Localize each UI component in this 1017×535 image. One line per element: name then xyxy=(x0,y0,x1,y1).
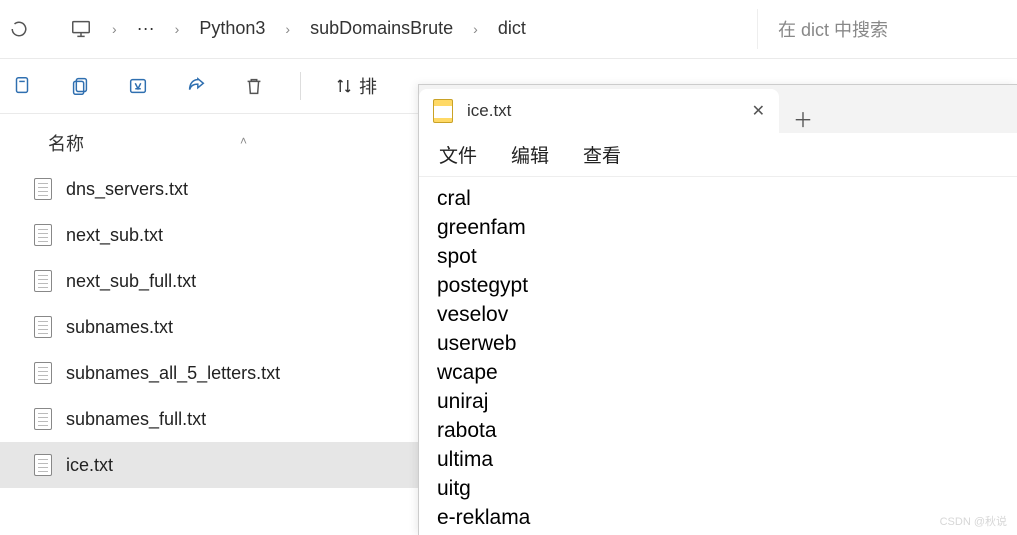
text-line: uitg xyxy=(437,475,999,504)
text-line: ultima xyxy=(437,446,999,475)
column-name-label: 名称 xyxy=(48,130,84,156)
watermark: CSDN @秋说 xyxy=(940,513,1007,529)
sort-button[interactable]: 排 xyxy=(335,73,377,99)
text-line: greenfam xyxy=(437,214,999,243)
breadcrumb-item[interactable]: dict xyxy=(498,18,526,39)
text-file-icon xyxy=(34,454,52,476)
refresh-icon[interactable] xyxy=(10,20,30,38)
file-name: next_sub_full.txt xyxy=(66,271,196,292)
text-line: spot xyxy=(437,243,999,272)
chevron-right-icon: › xyxy=(473,21,478,37)
text-line: e-reklama xyxy=(437,504,999,533)
text-line: rabota xyxy=(437,417,999,446)
new-tab-button[interactable]: ＋ xyxy=(779,104,827,133)
text-line: cral xyxy=(437,185,999,214)
notepad-icon xyxy=(433,99,453,123)
file-name: subnames_all_5_letters.txt xyxy=(66,363,280,384)
sort-caret-icon: ˄ xyxy=(240,134,247,148)
breadcrumb: › ··· › Python3 › subDomainsBrute › dict xyxy=(30,18,757,40)
text-file-icon xyxy=(34,408,52,430)
chevron-right-icon: › xyxy=(112,21,117,37)
file-name: subnames_full.txt xyxy=(66,409,206,430)
notepad-tab[interactable]: ice.txt ✕ xyxy=(419,89,779,133)
text-line: userweb xyxy=(437,330,999,359)
menu-view[interactable]: 查看 xyxy=(583,141,621,168)
cut-icon[interactable] xyxy=(10,74,34,98)
file-name: ice.txt xyxy=(66,455,113,476)
chevron-right-icon: › xyxy=(175,21,180,37)
text-line: postegypt xyxy=(437,272,999,301)
sort-label-text: 排 xyxy=(359,73,377,99)
menu-edit[interactable]: 编辑 xyxy=(511,141,549,168)
monitor-icon[interactable] xyxy=(70,18,92,40)
file-name: subnames.txt xyxy=(66,317,173,338)
notepad-tabstrip: ice.txt ✕ ＋ xyxy=(419,85,1017,133)
text-file-icon xyxy=(34,270,52,292)
share-icon[interactable] xyxy=(184,74,208,98)
notepad-text-area[interactable]: cralgreenfamspotpostegyptveselovuserwebw… xyxy=(419,177,1017,535)
menu-file[interactable]: 文件 xyxy=(439,141,477,168)
text-line: wcape xyxy=(437,359,999,388)
text-file-icon xyxy=(34,362,52,384)
notepad-menubar: 文件 编辑 查看 xyxy=(419,133,1017,177)
breadcrumb-item[interactable]: Python3 xyxy=(199,18,265,39)
address-bar: › ··· › Python3 › subDomainsBrute › dict… xyxy=(0,0,1017,58)
delete-icon[interactable] xyxy=(242,74,266,98)
copy-icon[interactable] xyxy=(68,74,92,98)
chevron-right-icon: › xyxy=(285,21,290,37)
file-name: dns_servers.txt xyxy=(66,179,188,200)
text-file-icon xyxy=(34,178,52,200)
rename-icon[interactable] xyxy=(126,74,150,98)
search-input[interactable]: 在 dict 中搜索 xyxy=(757,9,1007,49)
notepad-tab-title: ice.txt xyxy=(467,101,511,121)
close-icon[interactable]: ✕ xyxy=(752,101,765,121)
notepad-window: ice.txt ✕ ＋ 文件 编辑 查看 cralgreenfamspotpos… xyxy=(418,84,1017,535)
text-line: veselov xyxy=(437,301,999,330)
separator xyxy=(300,72,301,100)
text-line: uniraj xyxy=(437,388,999,417)
ellipsis-icon[interactable]: ··· xyxy=(137,18,155,39)
text-file-icon xyxy=(34,316,52,338)
breadcrumb-item[interactable]: subDomainsBrute xyxy=(310,18,453,39)
file-name: next_sub.txt xyxy=(66,225,163,246)
text-file-icon xyxy=(34,224,52,246)
